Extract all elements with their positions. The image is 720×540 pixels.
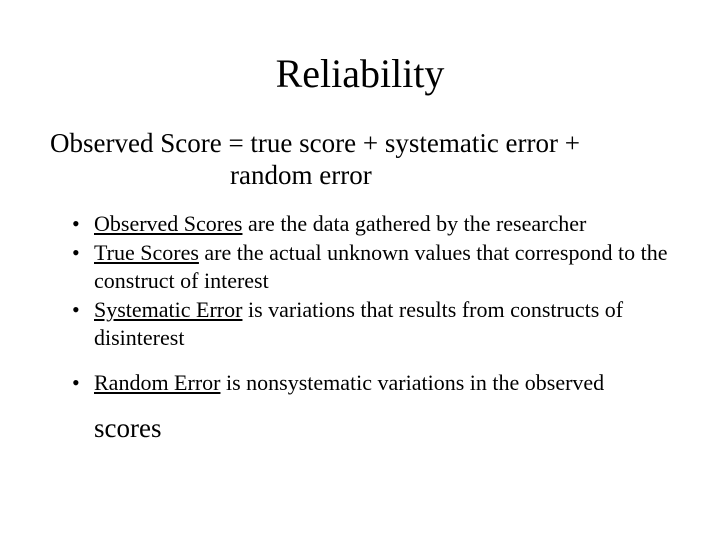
term-random-error: Random Error xyxy=(94,370,220,395)
bullet-observed-scores: Observed Scores are the data gathered by… xyxy=(50,210,670,238)
bullet-list-2: Random Error is nonsystematic variations… xyxy=(50,369,670,444)
slide-title: Reliability xyxy=(50,50,670,97)
equation-block: Observed Score = true score + systematic… xyxy=(50,127,670,192)
equation-line-2: random error xyxy=(50,159,670,191)
slide: Reliability Observed Score = true score … xyxy=(0,0,720,540)
bullet-list-1: Observed Scores are the data gathered by… xyxy=(50,210,670,352)
def-observed-scores: are the data gathered by the researcher xyxy=(242,211,586,236)
term-true-scores: True Scores xyxy=(94,240,199,265)
term-observed-scores: Observed Scores xyxy=(94,211,242,236)
term-systematic-error: Systematic Error xyxy=(94,297,242,322)
random-error-scores-line: scores xyxy=(50,413,670,444)
bullet-random-error: Random Error is nonsystematic variations… xyxy=(50,369,670,397)
bullet-true-scores: True Scores are the actual unknown value… xyxy=(50,239,670,294)
equation-line-1: Observed Score = true score + systematic… xyxy=(50,127,670,159)
bullet-systematic-error: Systematic Error is variations that resu… xyxy=(50,296,670,351)
def-random-error: is nonsystematic variations in the obser… xyxy=(220,370,604,395)
